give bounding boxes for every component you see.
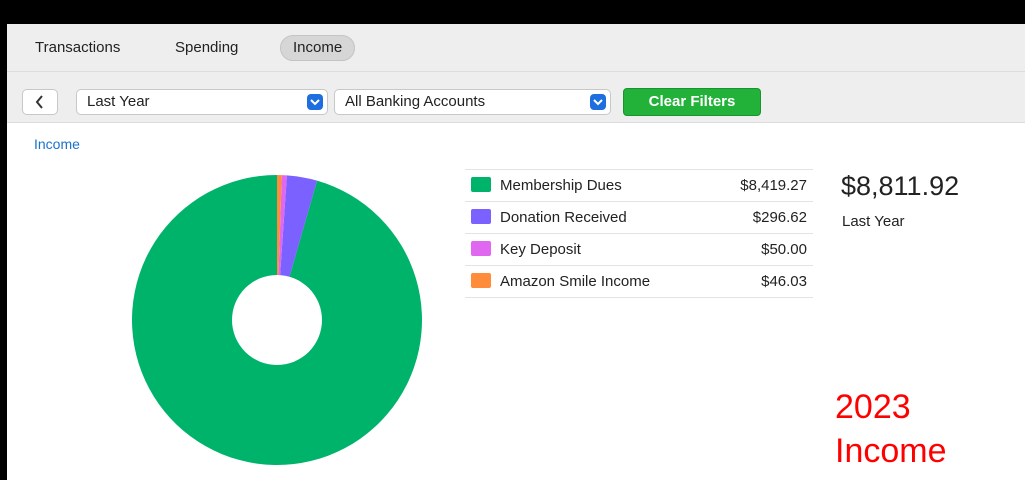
period-select-value: Last Year: [87, 93, 150, 110]
app-window: Transactions Spending Income Last Year A…: [7, 24, 1025, 480]
chevron-left-icon: [35, 95, 43, 109]
filter-bar: Last Year All Banking Accounts Clear Fil…: [7, 72, 1025, 123]
clear-filters-button[interactable]: Clear Filters: [623, 88, 761, 116]
tab-spending[interactable]: Spending: [163, 35, 250, 61]
legend-value: $46.03: [761, 273, 807, 290]
legend-swatch: [471, 241, 491, 256]
legend-swatch: [471, 209, 491, 224]
legend-swatch: [471, 273, 491, 288]
legend-value: $50.00: [761, 241, 807, 258]
annotation-label: Income: [835, 432, 947, 470]
section-title: Income: [34, 136, 80, 152]
legend-row[interactable]: Donation Received $296.62: [465, 202, 813, 234]
total-period: Last Year: [842, 213, 905, 230]
tab-income[interactable]: Income: [280, 35, 356, 61]
legend-label: Membership Dues: [500, 177, 622, 194]
tab-transactions[interactable]: Transactions: [23, 35, 132, 61]
legend-row[interactable]: Key Deposit $50.00: [465, 234, 813, 266]
tab-bar: Transactions Spending Income: [7, 24, 1025, 72]
annotation-year: 2023: [835, 388, 911, 426]
total-amount: $8,811.92: [841, 171, 960, 201]
legend-value: $296.62: [752, 209, 807, 226]
chevron-down-icon: [590, 94, 606, 110]
legend-value: $8,419.27: [740, 177, 807, 194]
income-donut-chart: [132, 175, 423, 465]
chevron-down-icon: [307, 94, 323, 110]
donut-hole: [232, 275, 322, 365]
account-select-value: All Banking Accounts: [345, 93, 486, 110]
back-button[interactable]: [22, 89, 58, 115]
legend-row[interactable]: Amazon Smile Income $46.03: [465, 266, 813, 298]
legend-label: Donation Received: [500, 209, 627, 226]
period-select[interactable]: Last Year: [76, 89, 328, 115]
account-select[interactable]: All Banking Accounts: [334, 89, 611, 115]
legend-label: Amazon Smile Income: [500, 273, 651, 290]
income-report: Income Membership Dues $8,419.27 Donation …: [7, 123, 1025, 480]
legend-label: Key Deposit: [500, 241, 581, 258]
legend-swatch: [471, 177, 491, 192]
chart-legend: Membership Dues $8,419.27 Donation Receive…: [465, 169, 813, 298]
legend-row[interactable]: Membership Dues $8,419.27: [465, 169, 813, 202]
